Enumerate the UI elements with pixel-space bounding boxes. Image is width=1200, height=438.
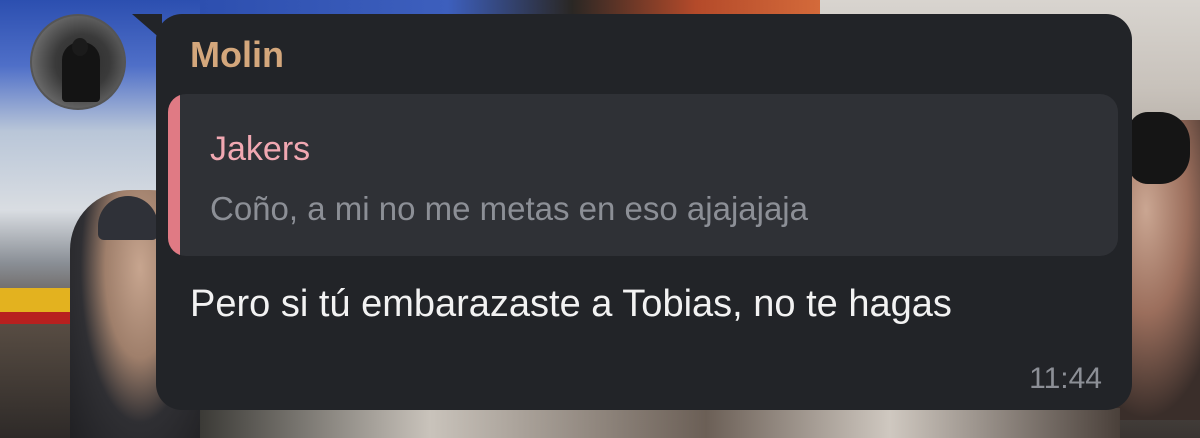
message-bubble[interactable]: Molin Jakers Coño, a mi no me metas en e… [156, 14, 1132, 410]
message-text: Pero si tú embarazaste a Tobias, no te h… [190, 283, 952, 325]
reply-accent-bar [168, 94, 180, 256]
wallpaper-sunglasses [1128, 112, 1190, 184]
message-timestamp: 11:44 [1029, 362, 1102, 395]
wallpaper-bottom [200, 408, 1120, 438]
avatar-head-icon [72, 38, 88, 56]
reply-author: Jakers [210, 130, 311, 168]
reply-text: Coño, a mi no me metas en eso ajajajaja [210, 190, 808, 227]
reply-quote[interactable]: Jakers Coño, a mi no me metas en eso aja… [168, 94, 1118, 256]
sender-avatar[interactable] [30, 14, 126, 110]
chat-screen: Molin Jakers Coño, a mi no me metas en e… [0, 0, 1200, 438]
sender-name[interactable]: Molin [190, 34, 284, 76]
